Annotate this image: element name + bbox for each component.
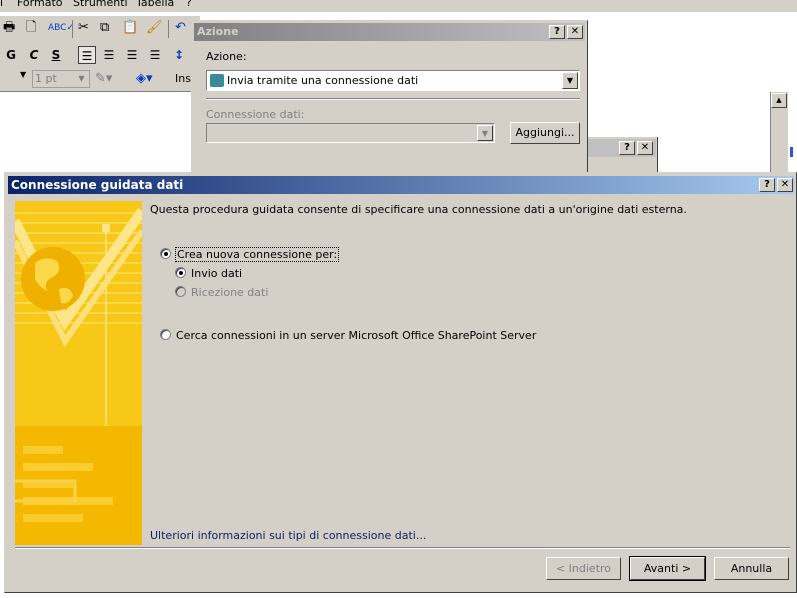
send-data-label[interactable]: Invio dati xyxy=(191,267,242,280)
cut-icon[interactable]: ✂ xyxy=(78,19,89,37)
menu-item-help[interactable]: ? xyxy=(186,0,192,9)
align-left-button[interactable]: ☰ xyxy=(78,46,96,64)
print-icon[interactable]: 🖶 xyxy=(3,19,15,37)
paste-icon[interactable]: 📋 xyxy=(122,19,138,37)
create-new-radio[interactable] xyxy=(160,248,171,259)
chevron-down-icon[interactable]: ▼ xyxy=(562,72,578,89)
footer-separator xyxy=(15,547,790,549)
back-button[interactable]: < Indietro xyxy=(546,557,621,580)
menu-item-partial[interactable]: l xyxy=(0,0,3,9)
globe-envelope-illustration xyxy=(15,201,142,545)
action-select-value: Invia tramite una connessione dati xyxy=(227,74,419,87)
italic-button[interactable]: C xyxy=(25,46,43,64)
chevron-down-icon[interactable]: ▼ xyxy=(477,125,493,141)
task-pane-marker xyxy=(790,147,793,157)
scroll-up-icon[interactable]: ▲ xyxy=(771,93,787,108)
create-new-label[interactable]: Crea nuova connessione per: xyxy=(174,247,340,262)
menu-item-formato[interactable]: Formato xyxy=(17,0,63,9)
justify-button[interactable]: ☰ xyxy=(146,46,164,64)
close-icon[interactable]: ✕ xyxy=(567,25,583,39)
line-spacing-icon[interactable]: ↕ xyxy=(170,46,188,64)
task-pane-edge xyxy=(788,92,797,182)
undo-icon[interactable]: ↶ xyxy=(175,19,186,37)
fill-color-icon[interactable]: ◈▾ xyxy=(136,70,153,88)
align-right-button[interactable]: ☰ xyxy=(123,46,141,64)
connection-label: Connessione dati: xyxy=(206,108,305,121)
close-icon[interactable]: ✕ xyxy=(637,141,653,155)
toolbar-divider xyxy=(168,20,169,38)
azione-dialog: Azione ? ✕ Azione: Invia tramite una con… xyxy=(191,20,588,180)
action-select[interactable]: Invia tramite una connessione dati ▼ xyxy=(206,70,580,91)
cancel-button[interactable]: Annulla xyxy=(714,557,789,580)
wizard-intro-text: Questa procedura guidata consente di spe… xyxy=(150,203,687,216)
wizard-banner-illustration xyxy=(15,201,142,545)
menu-item-strumenti[interactable]: Strumenti xyxy=(73,0,128,9)
chevron-down-icon[interactable]: ▼ xyxy=(20,70,26,79)
send-data-radio[interactable] xyxy=(175,267,186,278)
search-sharepoint-label[interactable]: Cerca connessioni in un server Microsoft… xyxy=(176,329,536,342)
insert-label[interactable]: Ins xyxy=(175,72,191,85)
chevron-down-icon[interactable]: ▼ xyxy=(75,72,88,86)
menu-item-tabella[interactable]: Tabella xyxy=(136,0,174,9)
search-sharepoint-radio[interactable] xyxy=(160,329,171,340)
pen-color-icon[interactable]: ✎▾ xyxy=(95,70,112,88)
add-button[interactable]: Aggiungi... xyxy=(510,122,580,144)
line-weight-combo[interactable]: 1 pt ▼ xyxy=(32,70,90,88)
wizard-title[interactable]: Connessione guidata dati xyxy=(8,176,794,194)
align-center-button[interactable]: ☰ xyxy=(100,46,118,64)
azione-dialog-title[interactable]: Azione xyxy=(194,23,585,41)
copy-icon[interactable]: ⧉ xyxy=(100,19,109,37)
connection-select[interactable]: ▼ xyxy=(206,123,495,143)
separator xyxy=(206,98,580,100)
help-icon[interactable]: ? xyxy=(549,25,565,39)
help-icon[interactable]: ? xyxy=(759,178,775,192)
close-icon[interactable]: ✕ xyxy=(777,178,793,192)
rules-dialog-fragment: ? ✕ xyxy=(588,137,658,172)
print-preview-icon[interactable]: 🗋 xyxy=(26,19,36,37)
format-painter-icon[interactable]: 🖌 xyxy=(146,19,163,37)
next-button[interactable]: Avanti > xyxy=(629,556,706,581)
help-icon[interactable]: ? xyxy=(619,141,635,155)
line-weight-value: 1 pt xyxy=(35,72,57,85)
receive-data-label: Ricezione dati xyxy=(191,286,269,299)
data-connection-wizard: Connessione guidata dati ? ✕ Questa proc… xyxy=(4,172,797,593)
action-label: Azione: xyxy=(206,50,247,63)
spelling-icon[interactable]: ABC✓ xyxy=(48,19,74,37)
underline-button[interactable]: S xyxy=(47,46,65,64)
bold-button[interactable]: G xyxy=(2,46,20,64)
receive-data-radio[interactable] xyxy=(175,286,186,297)
standard-toolbar: 🖶 🗋 ABC✓ ✂ ⧉ 📋 🖌 ↶ xyxy=(0,16,200,42)
toolbar-divider xyxy=(72,20,73,38)
more-info-link[interactable]: Ulteriori informazioni sui tipi di conne… xyxy=(150,529,426,542)
menu-bar: l Formato Strumenti Tabella ? xyxy=(0,0,797,12)
data-connection-icon xyxy=(210,74,224,87)
